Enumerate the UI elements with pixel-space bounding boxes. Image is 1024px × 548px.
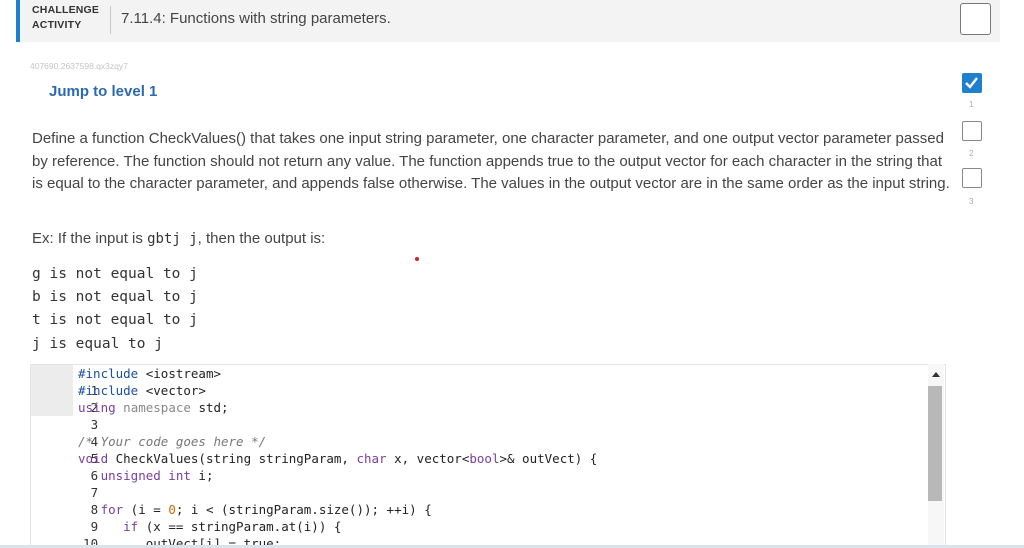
code-line-2[interactable]: 2 #include <vector> <box>31 382 206 415</box>
code-token: #include <box>78 383 139 398</box>
code-token: using <box>78 400 116 415</box>
code-token: <vector> <box>138 383 206 398</box>
code-token: >& outVect) { <box>499 451 598 466</box>
code-line-7[interactable]: 7 unsigned int i; <box>31 467 214 500</box>
label-line-2: ACTIVITY <box>32 19 82 31</box>
code-token: ; i < (stringParam.size()); ++i) { <box>175 502 432 517</box>
example-intro: Ex: If the input is gbtj j, then the out… <box>32 230 325 247</box>
code-token: namespace <box>115 400 199 415</box>
code-token: string <box>205 451 252 466</box>
code-token: for <box>78 502 124 517</box>
code-line-9[interactable]: 9 for (i = 0; i < (stringParam.size()); … <box>31 501 432 534</box>
code-token: stringParam, <box>251 451 357 466</box>
problem-description: Define a function CheckValues() that tak… <box>32 130 950 192</box>
code-token: #include <box>78 366 139 381</box>
code-token: void <box>78 451 109 466</box>
cursor-dot <box>415 257 419 261</box>
challenge-header: CHALLENGE ACTIVITY 7.11.4: Functions wit… <box>16 0 1000 42</box>
level-1-checkbox[interactable] <box>962 73 982 93</box>
code-editor[interactable]: 1 #include <iostream> 2 #include <vector… <box>30 364 946 548</box>
code-line-4[interactable]: 4 <box>31 416 99 449</box>
code-token: char <box>356 451 387 466</box>
scroll-up-arrow-icon[interactable] <box>932 372 940 377</box>
code-token: if <box>78 519 139 534</box>
level-3-checkbox[interactable] <box>962 168 982 188</box>
example-suffix: , then the output is: <box>197 230 326 247</box>
example-output: g is not equal to j b is not equal to j … <box>32 263 198 356</box>
code-token: CheckValues( <box>108 451 206 466</box>
output-line: g is not equal to j <box>32 266 198 282</box>
code-line-5[interactable]: 5 /* Your code goes here */ <box>31 433 266 466</box>
activity-id: 407690.2637598.qx3zqy7 <box>30 61 128 71</box>
header-divider <box>110 6 111 34</box>
output-line: b is not equal to j <box>32 289 198 306</box>
activity-title: 7.11.4: Functions with string parameters… <box>121 10 391 27</box>
code-token: 0 <box>168 502 176 517</box>
code-line-8[interactable]: 8 <box>31 484 99 517</box>
code-comment: /* Your code goes here */ <box>78 434 267 449</box>
output-line: t is not equal to j <box>32 312 198 329</box>
code-token: unsigned int <box>78 468 191 483</box>
level-1-number: 1 <box>969 100 974 109</box>
level-3-number: 3 <box>969 197 974 206</box>
code-line-3[interactable]: 3 using namespace std; <box>31 399 229 432</box>
checkmark-icon <box>965 77 978 89</box>
code-line-1[interactable]: 1 #include <iostream> <box>31 365 221 398</box>
code-token: std; <box>198 400 229 415</box>
jump-to-level-button[interactable]: Jump to level 1 <box>49 83 157 100</box>
code-line-6[interactable]: 6 void CheckValues(string stringParam, c… <box>31 450 597 483</box>
code-token: (i = <box>123 502 169 517</box>
editor-scrollbar[interactable] <box>928 364 944 548</box>
scroll-thumb[interactable] <box>928 386 942 501</box>
code-line-10[interactable]: 10 if (x == stringParam.at(i)) { <box>31 518 341 547</box>
code-token: (x == stringParam.at(i)) { <box>138 519 342 534</box>
level-2-checkbox[interactable] <box>962 121 982 141</box>
code-token: i; <box>190 468 214 483</box>
code-token: <iostream> <box>138 366 222 381</box>
code-token: x, vector< <box>386 451 470 466</box>
level-2-number: 2 <box>969 149 974 158</box>
completion-checkbox <box>960 3 991 35</box>
example-prefix: Ex: If the input is <box>32 230 148 247</box>
challenge-activity-label: CHALLENGE ACTIVITY <box>32 3 99 33</box>
output-line: j is equal to j <box>32 335 163 352</box>
example-input: gbtj j <box>147 231 198 247</box>
code-token: bool <box>469 451 500 466</box>
label-line-1: CHALLENGE <box>32 4 100 16</box>
